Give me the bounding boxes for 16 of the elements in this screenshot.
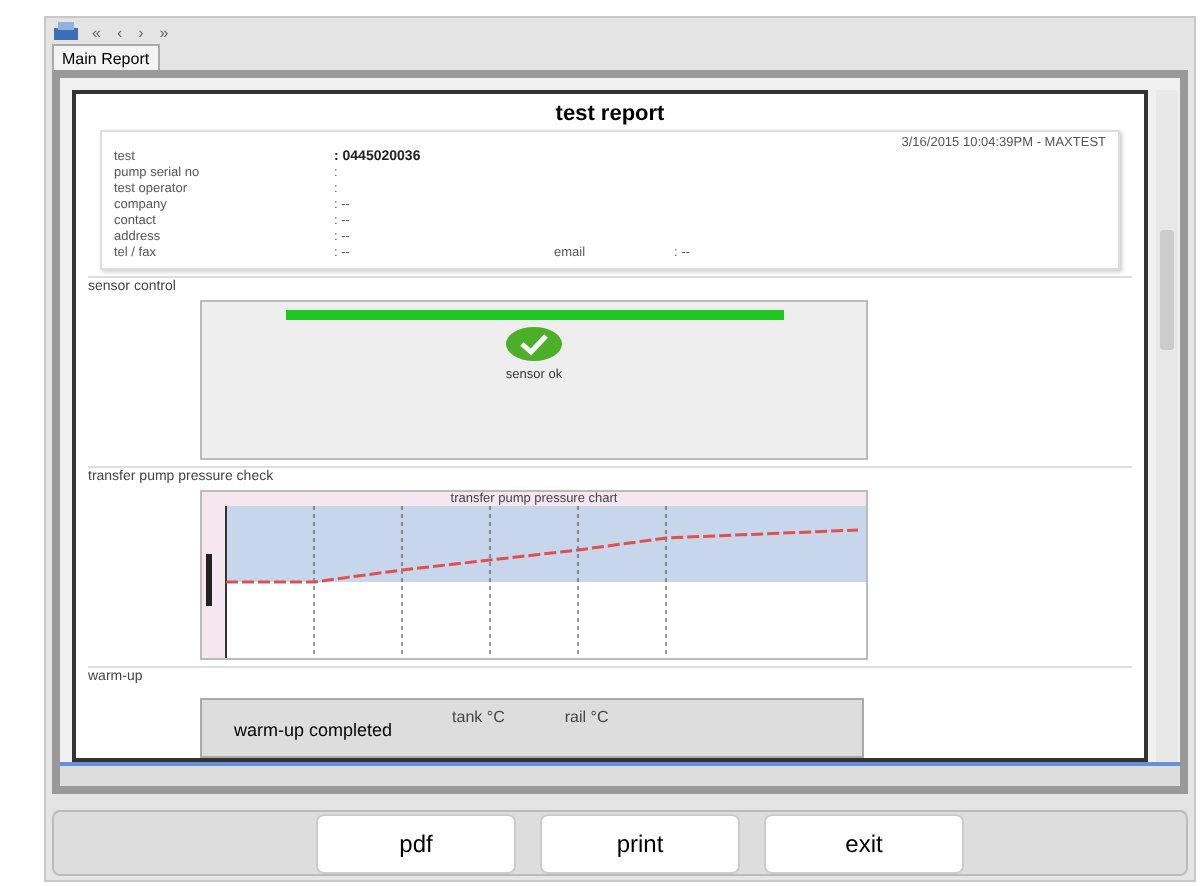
report-title: test report xyxy=(553,102,667,127)
column-header: rail °C xyxy=(564,708,609,727)
horizontal-scrollbar[interactable] xyxy=(60,762,1180,787)
tab[interactable]: Main Report xyxy=(52,44,160,71)
nav-button[interactable]: › xyxy=(134,23,148,41)
checkmark-icon xyxy=(504,326,564,363)
action-button[interactable]: print xyxy=(540,813,740,874)
status-text: warm-up completed xyxy=(234,720,393,743)
nav-button[interactable]: ‹ xyxy=(112,23,127,41)
nav-button[interactable]: « xyxy=(88,23,105,41)
nav-button[interactable]: » xyxy=(155,23,173,41)
column-header: tank °C xyxy=(452,708,505,727)
action-button[interactable]: pdf xyxy=(316,813,516,874)
action-button[interactable]: exit xyxy=(764,813,964,874)
vertical-scrollbar[interactable] xyxy=(1156,90,1178,763)
printer-icon[interactable] xyxy=(52,22,80,42)
